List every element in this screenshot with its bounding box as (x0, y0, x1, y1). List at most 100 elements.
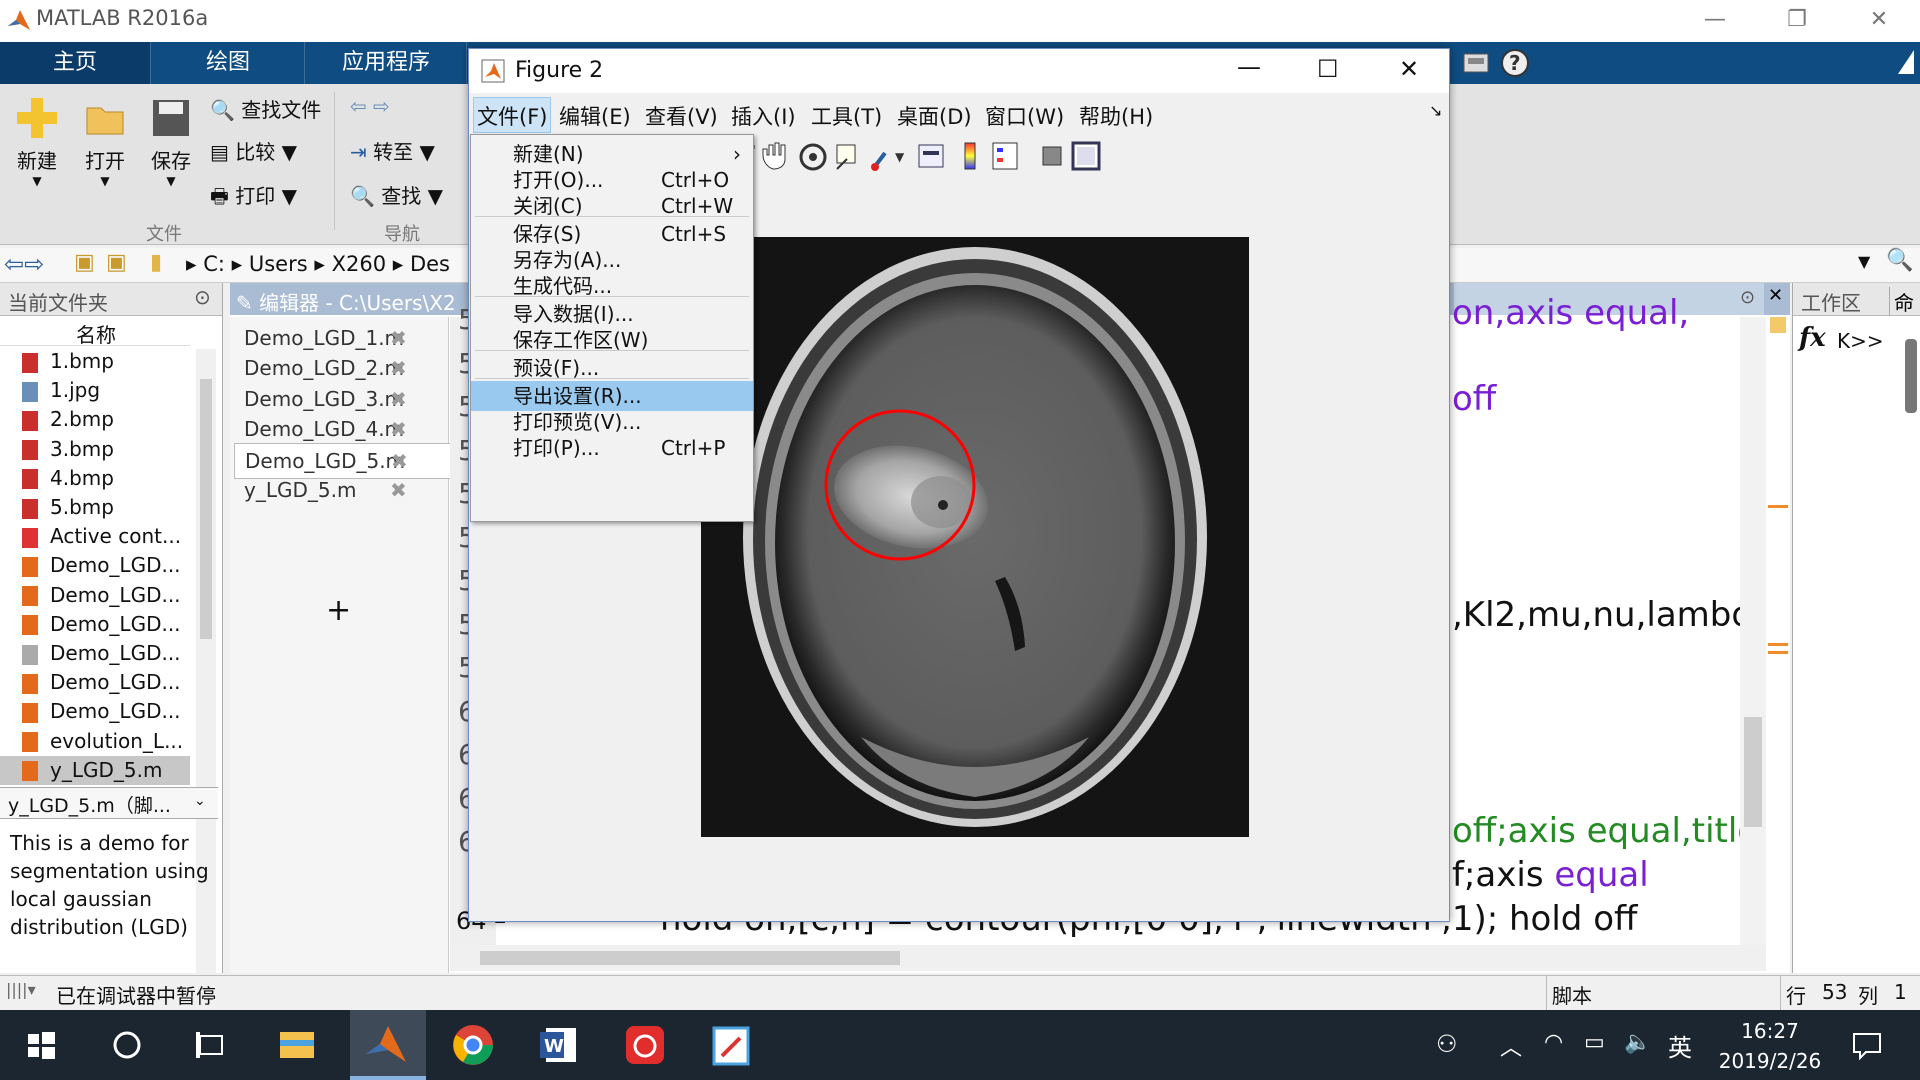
command-prompt[interactable]: K>> (1837, 329, 1884, 353)
word-icon[interactable]: W (532, 1018, 586, 1072)
details-collapse-icon[interactable]: ⌄ (194, 793, 206, 809)
editor-hscrollbar[interactable] (450, 945, 1766, 971)
nav-arrows-icon[interactable]: ⇦⇨ (4, 250, 44, 278)
brain-mri-image[interactable] (701, 237, 1249, 837)
goto-button[interactable]: ⇥ 转至 ▼ (350, 136, 435, 165)
file-list-item[interactable]: evolution_L... (22, 727, 183, 756)
clock[interactable]: 16:27 2019/2/26 (1710, 1016, 1830, 1076)
menu-file[interactable]: 文件(F) (477, 101, 547, 131)
figure-minimize-button[interactable]: — (1237, 53, 1261, 81)
crumb-users[interactable]: Users (249, 252, 308, 276)
task-view-icon[interactable] (184, 1018, 238, 1072)
print-button[interactable]: 🖶 打印 ▼ (210, 180, 297, 216)
volume-icon[interactable]: 🔈 (1624, 1030, 1651, 1055)
help-icon[interactable]: ? (1500, 48, 1530, 78)
compare-button[interactable]: ▤ 比较 ▼ (210, 136, 297, 165)
file-list-item[interactable]: Demo_LGD... (22, 551, 181, 580)
tab-home[interactable]: 主页 (0, 42, 151, 84)
browse-folder-icon[interactable]: ▣ (106, 250, 127, 275)
close-tab-icon[interactable]: ✖ (390, 321, 407, 355)
save-button[interactable]: 保存 ▼ (142, 96, 200, 188)
windows-start-icon[interactable] (14, 1018, 68, 1072)
file-list-item[interactable]: Active cont... (22, 522, 181, 551)
close-tab-icon[interactable]: ✖ (390, 382, 407, 416)
back-forward-nav[interactable]: ⇦ ⇨ (350, 94, 390, 118)
find-files-button[interactable]: 🔍 查找文件 (210, 94, 321, 123)
file-list-item[interactable]: Demo_LGD... (22, 610, 181, 639)
file-list-item[interactable]: 1.bmp (22, 347, 114, 376)
people-icon[interactable]: ⚇ (1436, 1030, 1458, 1058)
menu-tools[interactable]: 工具(T) (811, 101, 882, 131)
code-line-1[interactable]: on,axis equal, (1452, 293, 1689, 333)
taskbar-matlab-active[interactable] (350, 1010, 426, 1080)
ime-indicator[interactable]: 英 (1668, 1028, 1692, 1063)
layout-icon[interactable] (1462, 50, 1490, 76)
menu-insert[interactable]: 插入(I) (731, 101, 796, 131)
menu-help[interactable]: 帮助(H) (1079, 101, 1153, 131)
close-tab-icon[interactable]: ✖ (390, 351, 407, 385)
battery-icon[interactable]: ▭ (1584, 1030, 1605, 1055)
menu-desktop[interactable]: 桌面(D) (897, 101, 972, 131)
find-button[interactable]: 🔍 查找 ▼ (350, 180, 443, 209)
restore-button[interactable]: ❐ (1762, 0, 1832, 42)
new-button[interactable]: 新建 ▼ (8, 96, 66, 188)
wifi-icon[interactable]: ◠ (1544, 1030, 1563, 1055)
crumb-x260[interactable]: X260 (332, 252, 386, 276)
editor-file-tab[interactable]: y_LGD_5.m ✖ (234, 473, 449, 507)
menu-edit[interactable]: 编辑(E) (559, 101, 631, 131)
editor-file-tab[interactable]: Demo_LGD_1.m ✖ (234, 321, 449, 355)
dock-figure-icon[interactable]: ↘ (1429, 101, 1442, 120)
file-list-item[interactable]: 1.jpg (22, 376, 100, 405)
file-list-item[interactable]: Demo_LGD... (22, 581, 181, 610)
netease-music-icon[interactable] (618, 1018, 672, 1072)
editor-file-tab[interactable]: Demo_LGD_2.m ✖ (234, 351, 449, 385)
editor-undock-close[interactable]: ⊙ ✕ (1740, 283, 1790, 315)
close-tab-icon[interactable]: ✖ (390, 473, 407, 507)
tab-plots[interactable]: 绘图 (152, 42, 305, 84)
name-column-label[interactable]: 名称 (76, 319, 116, 348)
command-window-tab[interactable]: 命 (1889, 287, 1914, 316)
editor-file-tab[interactable]: Demo_LGD_4.m ✖ (234, 412, 449, 446)
file-list-item[interactable]: 4.bmp (22, 464, 114, 493)
cortana-search-icon[interactable] (100, 1018, 154, 1072)
code-line-4[interactable]: off;axis equal,title( (1452, 811, 1771, 851)
address-dropdown-icon[interactable]: ▼ (1858, 252, 1870, 271)
menu-window[interactable]: 窗口(W) (985, 101, 1064, 131)
file-menu-item[interactable]: 保存工作区(W) (471, 325, 753, 355)
chrome-icon[interactable] (446, 1018, 500, 1072)
workspace-title[interactable]: 工作区 (1801, 287, 1861, 316)
file-list-item[interactable]: Demo_LGD... (22, 639, 181, 668)
file-list-item[interactable]: 3.bmp (22, 435, 114, 464)
show-hidden-icons[interactable]: ︿ (1500, 1030, 1522, 1062)
code-line-2[interactable]: off (1452, 379, 1496, 419)
file-menu-item[interactable]: 关闭(C) Ctrl+W (471, 191, 753, 221)
open-button[interactable]: 打开 ▼ (76, 96, 134, 188)
close-button[interactable]: ✕ (1844, 0, 1914, 42)
file-list-item[interactable]: y_LGD_5.m (0, 755, 190, 785)
column-header[interactable]: 名称 (0, 317, 190, 348)
code-line-5[interactable]: f;axis equal (1452, 855, 1649, 895)
expand-ribbon-icon[interactable] (1892, 44, 1920, 80)
file-list-item[interactable]: 2.bmp (22, 405, 114, 434)
menu-view[interactable]: 查看(V) (645, 101, 718, 131)
crumb-c[interactable]: C: (203, 252, 225, 276)
editor-vscrollbar[interactable] (1740, 317, 1766, 945)
add-tab-button[interactable]: + (326, 593, 351, 628)
minimize-button[interactable]: — (1680, 0, 1750, 42)
file-menu-item[interactable]: 预设(F)... (471, 353, 753, 383)
editor-file-tab[interactable]: Demo_LGD_3.m ✖ (234, 382, 449, 416)
file-menu-item[interactable]: 打印(P)... Ctrl+P (471, 433, 753, 463)
file-menu-item[interactable]: 生成代码... (471, 271, 753, 301)
panel-actions-icon[interactable]: ⊙ (194, 285, 211, 309)
file-list-item[interactable]: 5.bmp (22, 493, 114, 522)
close-tab-icon[interactable]: ✖ (390, 412, 407, 446)
file-explorer-icon[interactable] (270, 1018, 324, 1072)
file-list-item[interactable]: Demo_LGD... (22, 668, 181, 697)
figure-maximize-button[interactable]: ☐ (1317, 55, 1339, 83)
crumb-desktop[interactable]: Des (410, 252, 450, 276)
address-search-icon[interactable]: 🔍 (1886, 248, 1913, 273)
file-list-item[interactable]: Demo_LGD... (22, 697, 181, 726)
tab-apps[interactable]: 应用程序 (306, 42, 467, 84)
details-header[interactable]: y_LGD_5.m（脚... ⌄ (0, 787, 218, 819)
up-folder-icon[interactable]: ▣ (74, 250, 95, 275)
